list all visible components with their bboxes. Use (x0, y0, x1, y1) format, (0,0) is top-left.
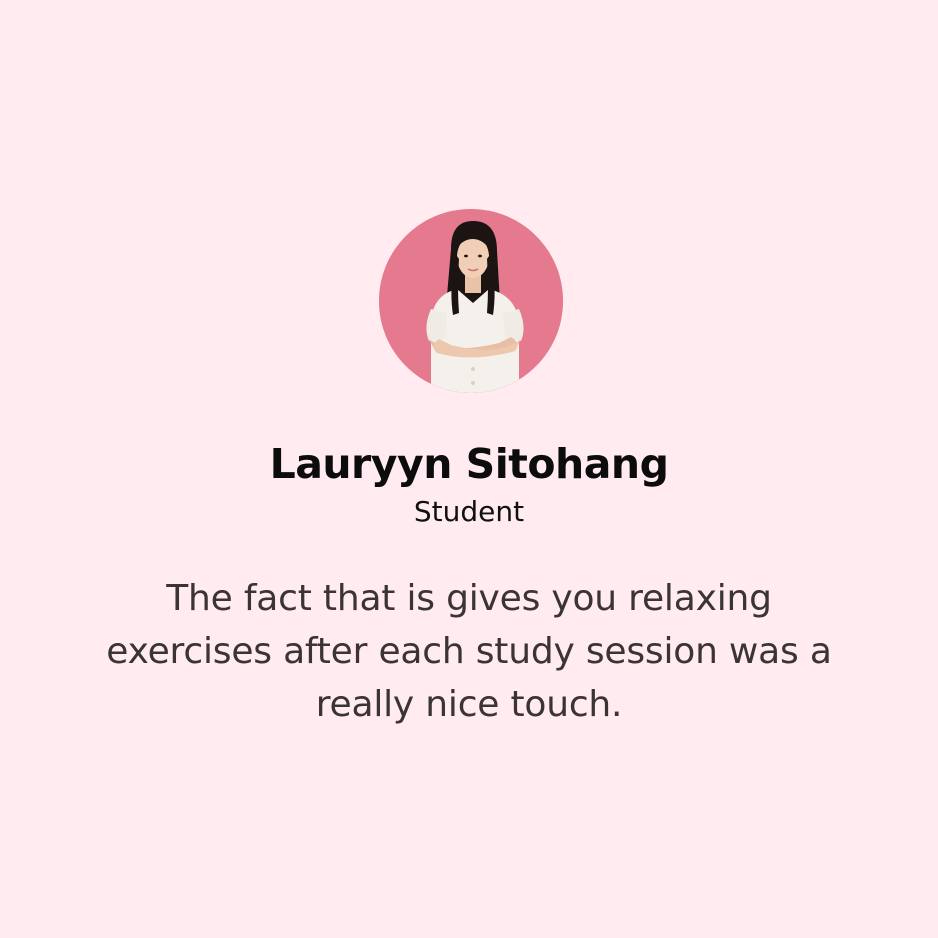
testimonial-quote: The fact that is gives you relaxing exer… (106, 578, 832, 725)
person-role: Student (413, 495, 525, 528)
person-photo-icon (379, 209, 563, 393)
testimonial-card: Lauryyn Sitohang Student The fact that i… (0, 0, 938, 938)
person-name: Lauryyn Sitohang (269, 440, 669, 488)
avatar (379, 209, 563, 393)
